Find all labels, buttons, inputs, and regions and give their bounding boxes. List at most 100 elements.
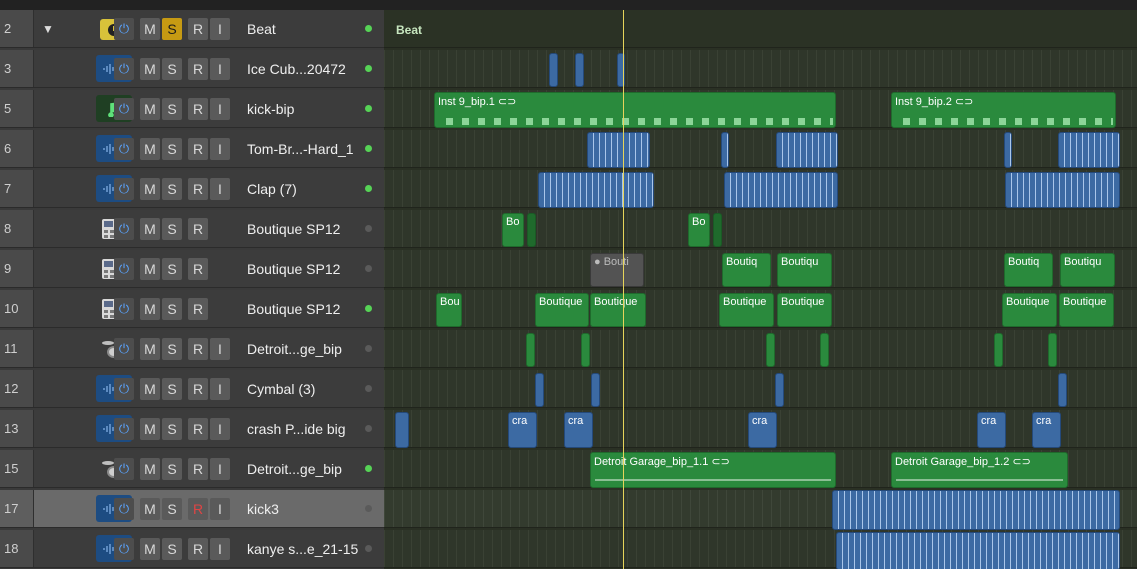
audio-region[interactable] [538, 172, 654, 208]
solo-button[interactable]: S [162, 138, 182, 160]
audio-region[interactable]: cra [508, 412, 537, 448]
record-enable-button[interactable]: R [188, 178, 208, 200]
track-header-3[interactable]: 3 ⏻ M S R I Ice Cub...20472 [0, 50, 384, 88]
track-header-13[interactable]: 13 ⏻ M S R Icrash P...ide big [0, 410, 384, 448]
mute-button[interactable]: M [140, 218, 160, 240]
power-button-icon[interactable]: ⏻ [114, 138, 134, 160]
mute-button[interactable]: M [140, 458, 160, 480]
power-button-icon[interactable]: ⏻ [114, 418, 134, 440]
input-monitoring-button[interactable]: I [210, 178, 230, 200]
sampler-region[interactable]: Boutique [1002, 293, 1057, 327]
track-name[interactable]: Boutique SP12 [247, 210, 340, 247]
record-enable-button[interactable]: R [188, 58, 208, 80]
track-header-10[interactable]: 10 ⏻ M S R Boutique SP12 [0, 290, 384, 328]
track-name[interactable]: Clap (7) [247, 170, 297, 207]
solo-button[interactable]: S [162, 98, 182, 120]
sampler-region[interactable]: Boutiq [1004, 253, 1053, 287]
solo-button[interactable]: S [162, 498, 182, 520]
record-enable-button[interactable]: R [188, 338, 208, 360]
sampler-region[interactable]: Boutique [719, 293, 774, 327]
sampler-region[interactable]: Bou [436, 293, 462, 327]
track-lane-12[interactable] [384, 370, 1137, 408]
record-enable-button[interactable]: R [188, 258, 208, 280]
drum-region[interactable] [526, 333, 535, 367]
record-enable-button[interactable]: R [188, 498, 208, 520]
sampler-region[interactable]: Boutique [1059, 293, 1114, 327]
record-enable-button[interactable]: R [188, 138, 208, 160]
track-name[interactable]: Beat [247, 10, 276, 47]
mute-button[interactable]: M [140, 378, 160, 400]
track-header-9[interactable]: 9 ⏻ M S R Boutique SP12 [0, 250, 384, 288]
sampler-region[interactable]: Bo [688, 213, 710, 247]
input-monitoring-button[interactable]: I [210, 338, 230, 360]
audio-region[interactable] [832, 490, 1120, 530]
power-button-icon[interactable]: ⏻ [114, 178, 134, 200]
audio-region[interactable] [587, 132, 650, 168]
solo-button[interactable]: S [162, 298, 182, 320]
audio-region[interactable] [1058, 373, 1067, 407]
midi-region[interactable]: Inst 9_bip.2 ⊂⊃ [891, 92, 1116, 128]
audio-region[interactable] [721, 132, 729, 168]
power-button-icon[interactable]: ⏻ [114, 218, 134, 240]
input-monitoring-button[interactable]: I [210, 378, 230, 400]
drum-region[interactable] [581, 333, 590, 367]
track-header-17[interactable]: 17 ⏻ M S R Ikick3 [0, 490, 384, 528]
record-enable-button[interactable]: R [188, 98, 208, 120]
mute-button[interactable]: M [140, 18, 160, 40]
audio-region[interactable] [1058, 132, 1120, 168]
solo-button[interactable]: S [162, 18, 182, 40]
power-button-icon[interactable]: ⏻ [114, 258, 134, 280]
record-enable-button[interactable]: R [188, 418, 208, 440]
track-header-5[interactable]: 5 ⏻ M S R Ikick-bip [0, 90, 384, 128]
drum-region[interactable] [1048, 333, 1057, 367]
track-lane-2[interactable]: Beat [384, 10, 1137, 48]
track-lane-6[interactable] [384, 130, 1137, 168]
input-monitoring-button[interactable]: I [210, 538, 230, 560]
track-lane-3[interactable] [384, 50, 1137, 88]
power-button-icon[interactable]: ⏻ [114, 58, 134, 80]
solo-button[interactable]: S [162, 538, 182, 560]
sampler-region[interactable]: Bo [502, 213, 524, 247]
power-button-icon[interactable]: ⏻ [114, 458, 134, 480]
track-header-7[interactable]: 7 ⏻ M S R I Clap (7) [0, 170, 384, 208]
drum-region[interactable]: Detroit Garage_bip_1.1 ⊂⊃ [590, 452, 836, 488]
track-lane-8[interactable] [384, 210, 1137, 248]
mute-button[interactable]: M [140, 138, 160, 160]
record-enable-button[interactable]: R [188, 298, 208, 320]
record-enable-button[interactable]: R [188, 218, 208, 240]
mute-button[interactable]: M [140, 418, 160, 440]
solo-button[interactable]: S [162, 58, 182, 80]
mute-button[interactable]: M [140, 298, 160, 320]
tracks-area[interactable]: Beat Inst 9_bip.1 ⊂⊃ Inst 9_bip.2 ⊂⊃ Bo Bo ● … [384, 10, 1137, 569]
audio-region[interactable] [776, 132, 838, 168]
track-name[interactable]: crash P...ide big [247, 410, 346, 447]
power-button-icon[interactable]: ⏻ [114, 298, 134, 320]
record-enable-button[interactable]: R [188, 378, 208, 400]
audio-region[interactable]: cra [1032, 412, 1061, 448]
track-name[interactable]: kick3 [247, 490, 279, 527]
drum-region[interactable]: Detroit Garage_bip_1.2 ⊂⊃ [891, 452, 1068, 488]
sampler-region[interactable] [527, 213, 536, 247]
power-button-icon[interactable]: ⏻ [114, 538, 134, 560]
audio-region[interactable] [775, 373, 784, 407]
solo-button[interactable]: S [162, 338, 182, 360]
sampler-region-muted[interactable]: ● Bouti [590, 253, 644, 287]
input-monitoring-button[interactable]: I [210, 18, 230, 40]
drum-region[interactable] [766, 333, 775, 367]
solo-button[interactable]: S [162, 458, 182, 480]
input-monitoring-button[interactable]: I [210, 58, 230, 80]
solo-button[interactable]: S [162, 218, 182, 240]
audio-region[interactable]: cra [977, 412, 1006, 448]
audio-region[interactable]: cra [564, 412, 593, 448]
power-button-icon[interactable]: ⏻ [114, 378, 134, 400]
track-lane-11[interactable] [384, 330, 1137, 368]
track-name[interactable]: Cymbal (3) [247, 370, 315, 407]
solo-button[interactable]: S [162, 258, 182, 280]
audio-region[interactable] [395, 412, 409, 448]
input-monitoring-button[interactable]: I [210, 138, 230, 160]
audio-region[interactable] [535, 373, 544, 407]
track-name[interactable]: Ice Cub...20472 [247, 50, 346, 87]
audio-region[interactable] [724, 172, 838, 208]
track-header-11[interactable]: 11 ⏻ M S R I Detroit...ge_bip [0, 330, 384, 368]
input-monitoring-button[interactable]: I [210, 498, 230, 520]
